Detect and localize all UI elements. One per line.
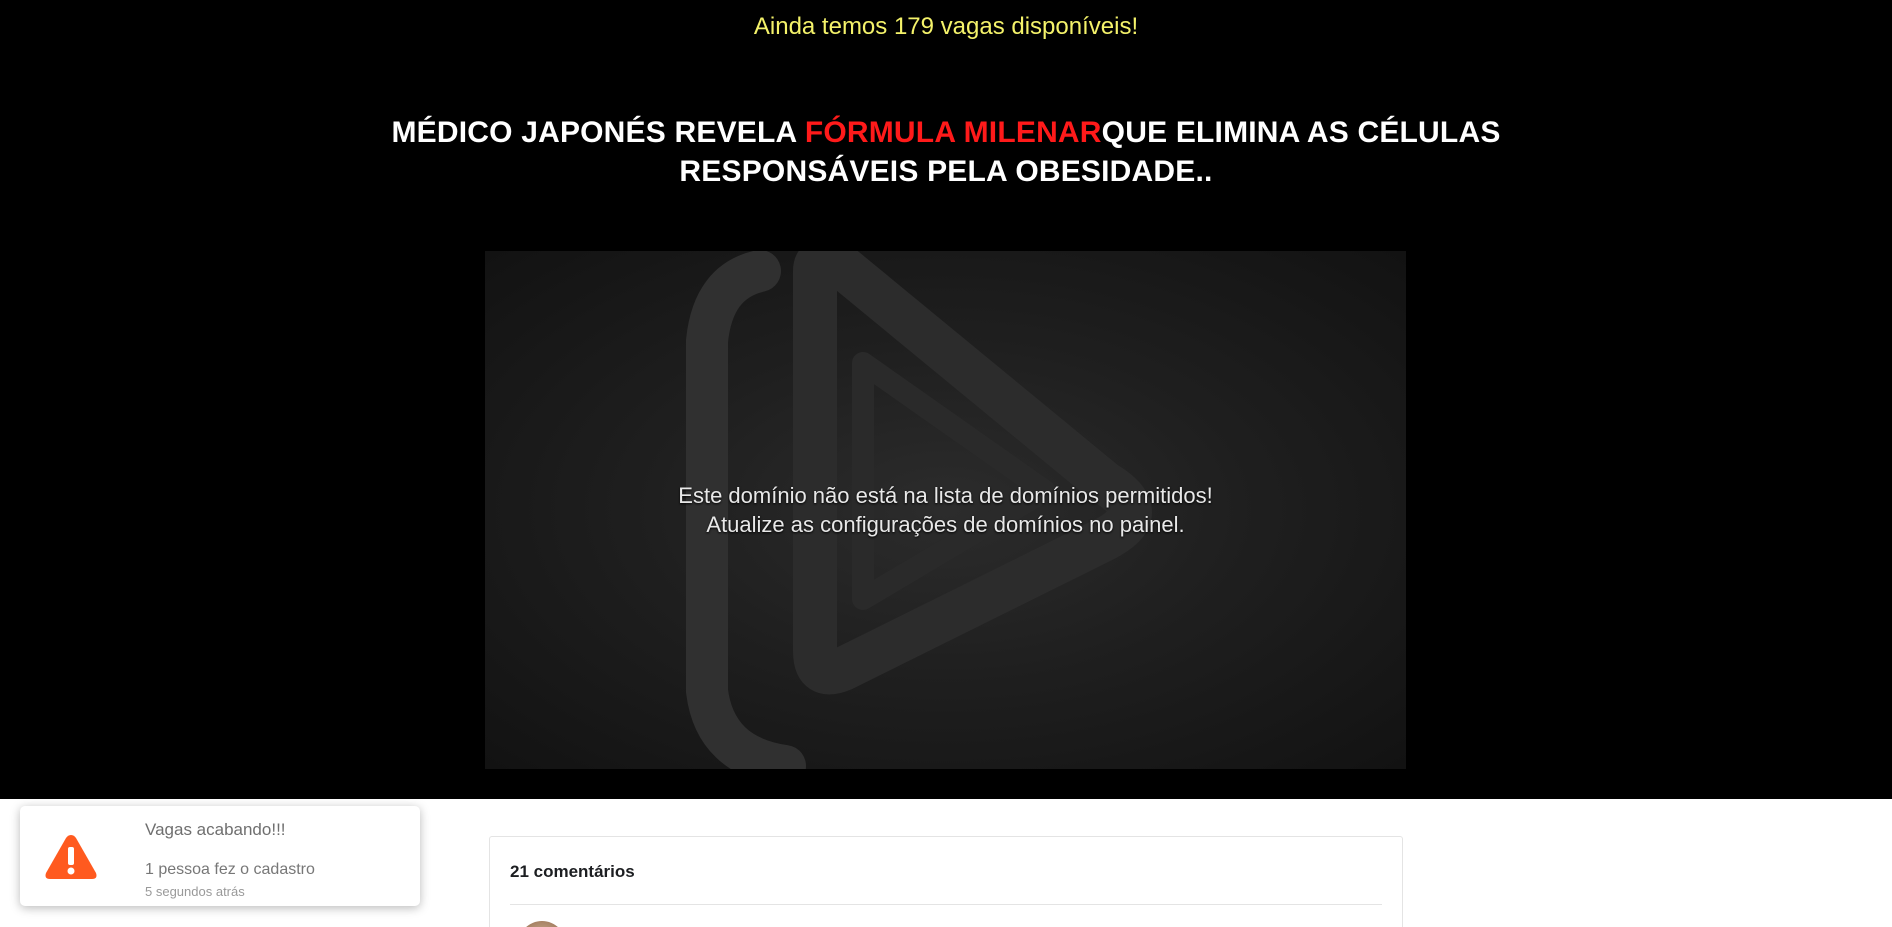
page-headline: MÉDICO JAPONÉS REVELA FÓRMULA MILENARQUE… bbox=[360, 113, 1532, 191]
comments-box: 21 comentários bbox=[489, 836, 1403, 927]
video-player[interactable]: Este domínio não está na lista de domíni… bbox=[485, 251, 1406, 769]
headline-part1: MÉDICO JAPONÉS REVELA bbox=[391, 116, 805, 149]
vagas-banner: Ainda temos 179 vagas disponíveis! bbox=[753, 13, 1139, 40]
headline-highlight: FÓRMULA MILENAR bbox=[804, 116, 1102, 149]
comments-divider bbox=[510, 904, 1382, 905]
toast-message: 1 pessoa fez o cadastro bbox=[145, 861, 315, 878]
hero-section: Ainda temos 179 vagas disponíveis! MÉDIC… bbox=[0, 0, 1892, 799]
toast-timestamp: 5 segundos atrás bbox=[145, 884, 245, 899]
comments-count: 21 comentários bbox=[510, 862, 635, 881]
video-error-line2: Atualize as configurações de domínios no… bbox=[706, 512, 1185, 537]
avatar[interactable] bbox=[518, 921, 566, 927]
toast-title: Vagas acabando!!! bbox=[145, 820, 286, 839]
notification-toast[interactable]: Vagas acabando!!! 1 pessoa fez o cadastr… bbox=[20, 806, 420, 906]
video-error-message: Este domínio não está na lista de domíni… bbox=[485, 481, 1406, 539]
warning-icon bbox=[45, 835, 97, 879]
video-error-line1: Este domínio não está na lista de domíni… bbox=[678, 483, 1213, 508]
